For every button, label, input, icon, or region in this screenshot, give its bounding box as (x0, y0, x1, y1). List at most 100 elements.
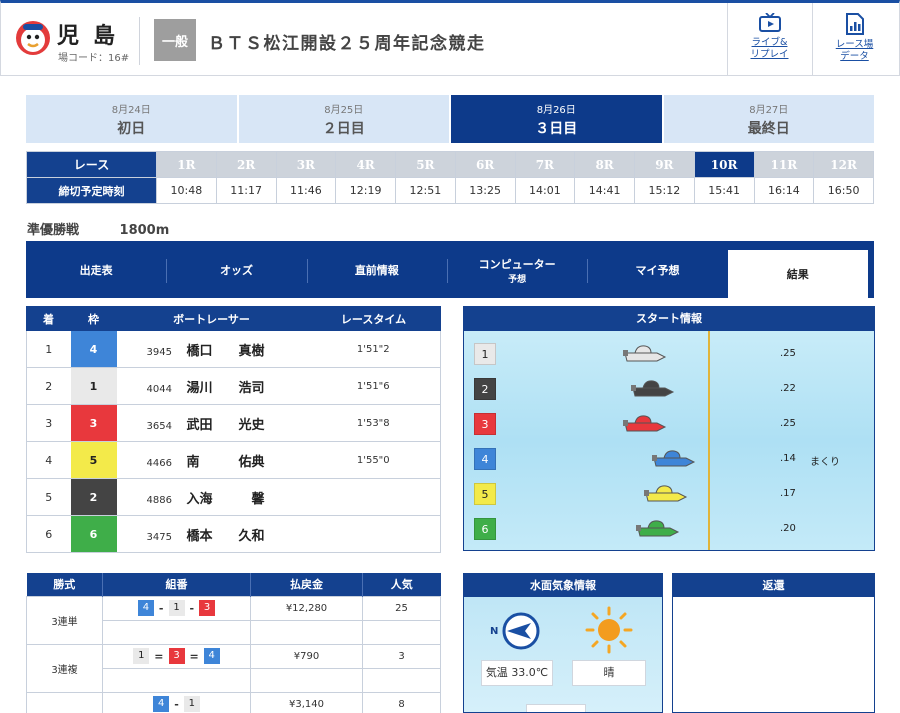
race-link-1r[interactable]: 1R (156, 151, 217, 178)
racer-id: 3475 (146, 531, 172, 543)
race-title: ＢＴＳ松江開設２５周年記念競走 (208, 34, 486, 54)
race-link-5r[interactable]: 5R (395, 151, 456, 178)
col-amount: 払戻金 (250, 573, 363, 596)
bet-kind (26, 691, 103, 713)
day-tab-1[interactable]: 8月24日 初日 (26, 95, 237, 143)
day-tab-4[interactable]: 8月27日 最終日 (663, 95, 874, 143)
race-link-3r[interactable]: 3R (275, 151, 337, 178)
day-date: 8月24日 (111, 104, 151, 116)
race-number-row: レース 1R 2R 3R 4R 5R 6R 7R 8R 9R 10R 11R 1… (26, 151, 874, 178)
deadline-time: 15:12 (634, 177, 695, 204)
combo-separator: = (154, 649, 164, 663)
tab-computer[interactable]: コンピューター 予想 (446, 250, 587, 290)
racer-cell[interactable]: 4886 入海 馨 (116, 478, 307, 516)
tab-chokuzen[interactable]: 直前情報 (306, 250, 447, 290)
bet-kind: 3連複 (26, 643, 103, 693)
race-link-10r[interactable]: 10R (693, 151, 755, 178)
payout-header-row: 勝式 組番 払戻金 人気 (26, 573, 441, 596)
boat-icon (643, 485, 687, 502)
combo: 1 = 3 = 4 (102, 643, 251, 669)
table-row: 2 1 4044 湯川 浩司 1'51"6 (26, 367, 441, 405)
temperature-value: 33.0℃ (511, 666, 549, 679)
race-link-8r[interactable]: 8R (574, 151, 635, 178)
racer-cell[interactable]: 3945 橋口 真樹 (116, 330, 307, 368)
racer-name: 湯川 浩司 (186, 380, 265, 396)
bet-kind: 3連単 (26, 595, 103, 645)
col-kind: 勝式 (26, 573, 103, 596)
day-tab-2[interactable]: 8月25日 ２日目 (238, 95, 449, 143)
rank: 5 (26, 478, 71, 516)
tab-odds[interactable]: オッズ (166, 250, 306, 290)
day-tab-3[interactable]: 8月26日 ３日目 (451, 95, 662, 143)
race-link-4r[interactable]: 4R (335, 151, 396, 178)
popularity: 25 (362, 595, 441, 621)
weather-panel: 水面気象情報 N 気温 33.0℃ 晴 (463, 573, 663, 713)
waku-number: 2 (70, 478, 117, 516)
race-time (306, 515, 441, 553)
payout-table: 勝式 組番 払戻金 人気 3連単 4-1-3 ¥12,280 25 3連複 1 =… (26, 573, 441, 713)
live-replay-button[interactable]: ライブ& リプレイ (727, 3, 811, 76)
venue-data-button[interactable]: レース場 データ (812, 3, 896, 76)
tab-my-yoso[interactable]: マイ予想 (587, 250, 727, 290)
payout-amount: ¥790 (250, 643, 363, 669)
table-row: 1 4 3945 橋口 真樹 1'51"2 (26, 330, 441, 368)
weather-condition-box: 晴 (572, 660, 646, 686)
race-time (306, 478, 441, 516)
waku-number: 6 (70, 515, 117, 553)
racer-cell[interactable]: 4466 南 佑典 (116, 441, 307, 479)
combo-separator: = (189, 649, 199, 663)
tab-label: 結果 (786, 268, 809, 281)
race-name: 準優勝戦 (27, 223, 80, 238)
race-link-11r[interactable]: 11R (753, 151, 815, 178)
refund-title: 返還 (673, 574, 874, 597)
race-link-7r[interactable]: 7R (514, 151, 576, 178)
start-row: 6.20 (464, 513, 874, 548)
col-popularity: 人気 (362, 573, 441, 596)
wind-direction-label: N (490, 626, 499, 637)
start-timing: .17 (780, 488, 796, 499)
tab-shussohyo[interactable]: 出走表 (26, 250, 166, 290)
rank: 2 (26, 367, 71, 405)
race-time: 1'55"0 (306, 441, 441, 479)
racer-cell[interactable]: 3475 橋本 久和 (116, 515, 307, 553)
racer-name: 橋口 真樹 (186, 343, 265, 359)
start-timing: .14 (780, 453, 796, 464)
payout-amount: ¥12,280 (250, 595, 363, 621)
race-link-9r[interactable]: 9R (634, 151, 695, 178)
start-timing: .25 (780, 418, 796, 429)
race-nav-tabs: 出走表 オッズ 直前情報 コンピューター 予想 マイ予想 結果 (26, 241, 874, 298)
race-link-12r[interactable]: 12R (813, 151, 874, 178)
waku-number: 4 (70, 330, 117, 368)
deadline-time: 14:41 (574, 177, 635, 204)
start-waku: 1 (474, 343, 496, 365)
tab-label: コンピューター (478, 257, 556, 271)
live-label-1: ライブ& (751, 37, 788, 48)
racer-id: 3654 (146, 420, 172, 432)
deadline-time: 14:01 (514, 177, 576, 204)
venue-data-label-2: データ (840, 51, 869, 62)
racer-cell[interactable]: 3654 武田 光史 (116, 404, 307, 442)
deadline-time: 10:48 (156, 177, 217, 204)
table-row: 6 6 3475 橋本 久和 (26, 515, 441, 553)
day-name: 最終日 (747, 120, 790, 137)
sun-icon (585, 606, 633, 654)
racer-cell[interactable]: 4044 湯川 浩司 (116, 367, 307, 405)
race-link-2r[interactable]: 2R (215, 151, 277, 178)
race-link-6r[interactable]: 6R (454, 151, 516, 178)
start-waku: 6 (474, 518, 496, 540)
result-header-row: 着 枠 ボートレーサー レースタイム (26, 306, 441, 331)
deadline-time: 12:51 (395, 177, 456, 204)
combo-boat: 4 (203, 648, 220, 664)
boat-icon (630, 380, 674, 397)
combo: 4-1 (102, 691, 251, 713)
tab-kekka[interactable]: 結果 (727, 250, 868, 298)
start-timing: .20 (780, 523, 796, 534)
rank: 3 (26, 404, 71, 442)
rank: 6 (26, 515, 71, 553)
boat-icon (651, 450, 695, 467)
racer-id: 4044 (146, 383, 172, 395)
start-waku: 5 (474, 483, 496, 505)
col-combo: 組番 (102, 573, 251, 596)
deadline-time: 15:41 (693, 177, 755, 204)
table-row: 3連複 1 = 3 = 4 ¥790 3 (26, 643, 441, 693)
